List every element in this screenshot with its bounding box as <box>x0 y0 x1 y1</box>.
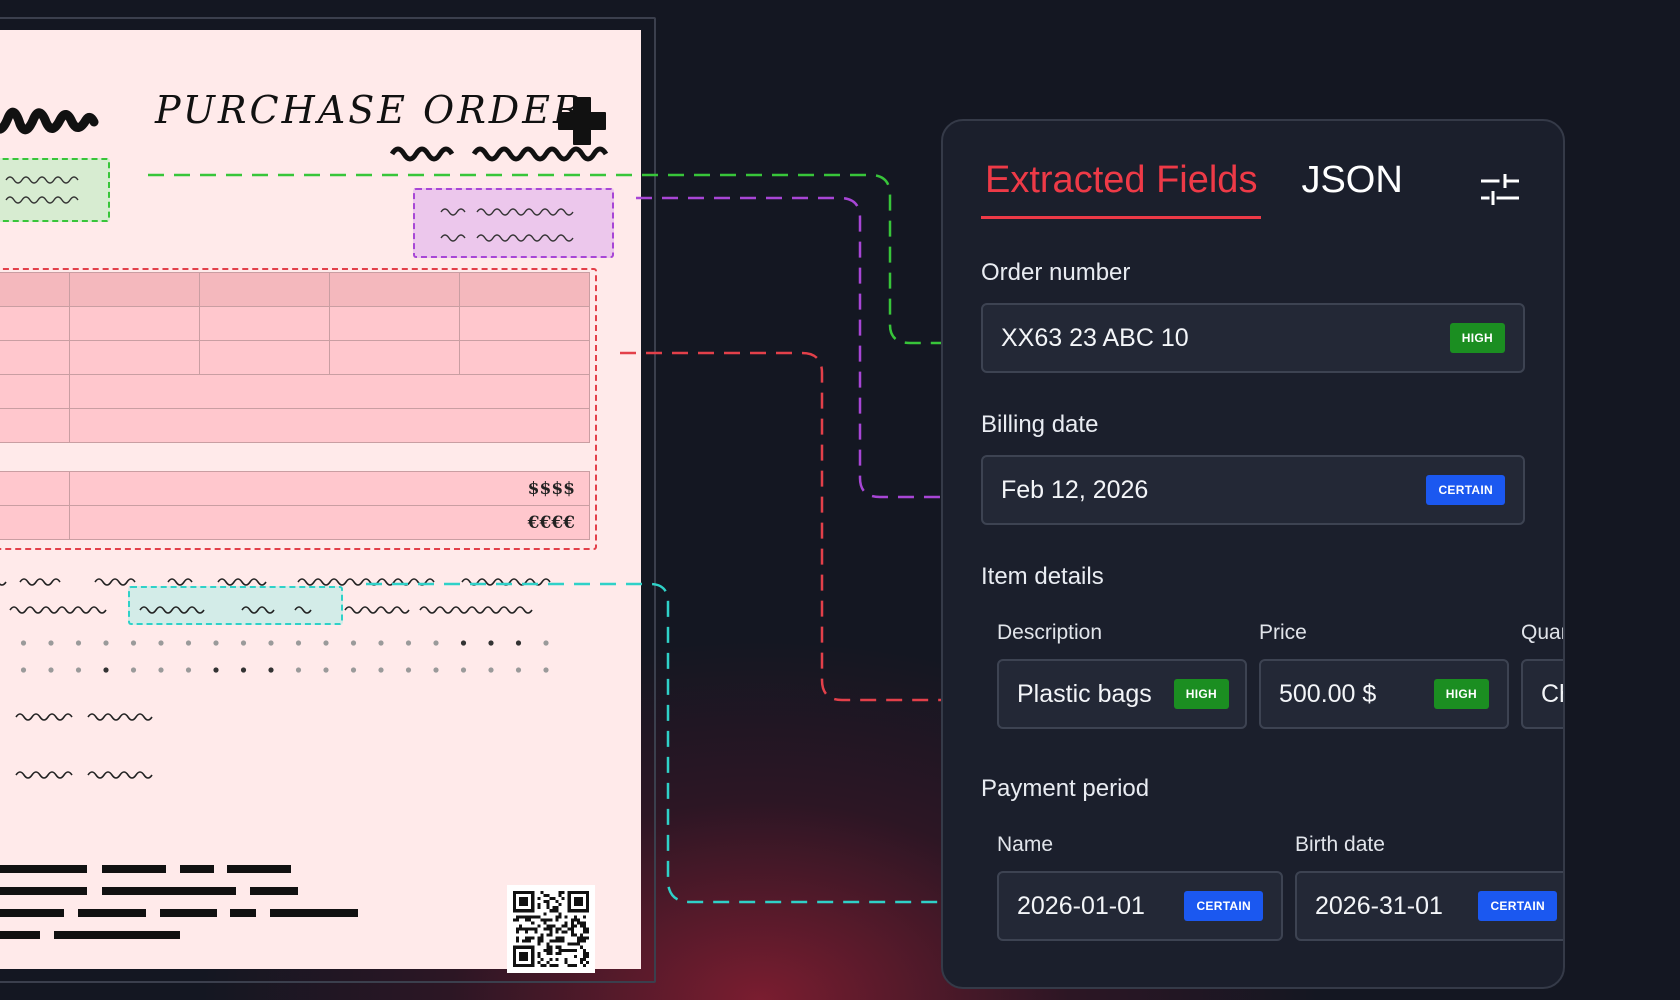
confidence-badge: CERTAIN <box>1478 891 1557 921</box>
tab-json[interactable]: JSON <box>1301 159 1402 219</box>
panel-tabs: Extracted Fields JSON <box>981 159 1403 219</box>
tab-extracted-fields[interactable]: Extracted Fields <box>981 159 1262 219</box>
price-label: Price <box>1259 621 1307 644</box>
birth-date-value: 2026-31-01 <box>1315 891 1443 920</box>
payment-period-connector <box>366 582 962 904</box>
billing-date-label: Billing date <box>981 411 1099 438</box>
order-number-connector <box>148 173 945 345</box>
item-details-connector <box>620 351 945 702</box>
order-number-field[interactable]: XX63 23 ABC 10 HIGH <box>981 303 1525 373</box>
quantity-label: Quar <box>1521 621 1565 644</box>
description-field[interactable]: Plastic bags HIGH <box>997 659 1247 729</box>
confidence-badge: HIGH <box>1173 679 1229 709</box>
item-details-label: Item details <box>981 563 1104 590</box>
payment-period-label: Payment period <box>981 775 1150 802</box>
quantity-field[interactable]: Ch <box>1521 659 1563 729</box>
name-value: 2026-01-01 <box>1017 891 1145 920</box>
name-field[interactable]: 2026-01-01 CERTAIN <box>997 871 1283 941</box>
price-field[interactable]: 500.00 $ HIGH <box>1259 659 1509 729</box>
order-number-label: Order number <box>981 259 1131 286</box>
description-label: Description <box>997 621 1103 644</box>
billing-date-connector <box>636 196 945 499</box>
name-label: Name <box>997 833 1054 856</box>
confidence-badge: HIGH <box>1433 679 1489 709</box>
extracted-fields-panel: Extracted Fields JSON Order number XX63 … <box>941 119 1565 989</box>
price-value: 500.00 $ <box>1279 679 1377 708</box>
quantity-value: Ch <box>1541 679 1563 708</box>
confidence-badge: CERTAIN <box>1426 475 1505 505</box>
billing-date-field[interactable]: Feb 12, 2026 CERTAIN <box>981 455 1525 525</box>
birth-date-field[interactable]: 2026-31-01 CERTAIN <box>1295 871 1563 941</box>
sliders-icon[interactable] <box>1479 171 1521 207</box>
billing-date-value: Feb 12, 2026 <box>1001 475 1149 504</box>
confidence-badge: CERTAIN <box>1184 891 1263 921</box>
birth-date-label: Birth date <box>1295 833 1385 856</box>
description-value: Plastic bags <box>1017 679 1152 708</box>
confidence-badge: HIGH <box>1449 323 1505 353</box>
order-number-value: XX63 23 ABC 10 <box>1001 323 1189 352</box>
